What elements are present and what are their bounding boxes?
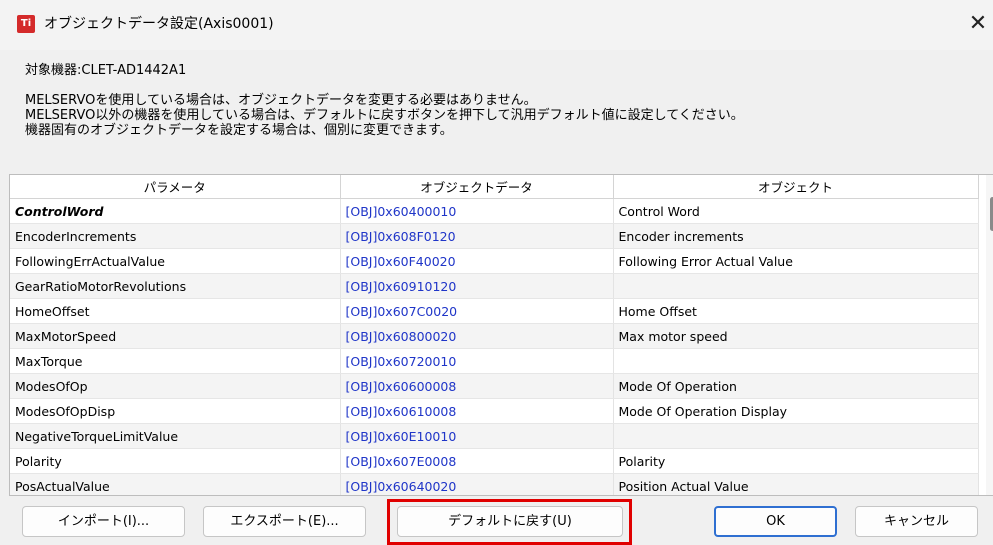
object-data-cell[interactable]: [OBJ]0x60400010 (340, 198, 614, 224)
ok-button[interactable]: OK (714, 506, 837, 537)
object-cell: Mode Of Operation (613, 373, 979, 399)
parameter-cell: ModesOfOpDisp (10, 398, 341, 424)
object-cell (613, 273, 979, 299)
object-cell: Position Actual Value (613, 473, 979, 495)
object-data-cell[interactable]: [OBJ]0x608F0120 (340, 223, 614, 249)
object-data-cell[interactable]: [OBJ]0x60800020 (340, 323, 614, 349)
vertical-scrollbar[interactable] (986, 175, 993, 495)
object-data-cell[interactable]: [OBJ]0x60610008 (340, 398, 614, 424)
app-icon: Ti (17, 15, 35, 33)
table-row[interactable]: ModesOfOp [OBJ]0x60600008 Mode Of Operat… (10, 373, 979, 399)
note-line-3: 機器固有のオブジェクトデータを設定する場合は、個別に変更できます。 (25, 123, 453, 138)
cancel-button[interactable]: キャンセル (855, 506, 978, 537)
parameter-cell: EncoderIncrements (10, 223, 341, 249)
object-data-cell[interactable]: [OBJ]0x60E10010 (340, 423, 614, 449)
parameter-cell: FollowingErrActualValue (10, 248, 341, 274)
close-icon[interactable]: ✕ (963, 10, 993, 38)
object-cell: Control Word (613, 198, 979, 224)
title-bar: Ti オブジェクトデータ設定(Axis0001) ✕ (0, 0, 993, 50)
object-cell: Encoder increments (613, 223, 979, 249)
table-row[interactable]: ModesOfOpDisp [OBJ]0x60610008 Mode Of Op… (10, 398, 979, 424)
object-cell: Polarity (613, 448, 979, 474)
object-cell (613, 348, 979, 374)
table-row[interactable]: MaxTorque [OBJ]0x60720010 (10, 348, 979, 374)
column-header-object-data[interactable]: オブジェクトデータ (340, 175, 614, 199)
column-header-object[interactable]: オブジェクト (613, 175, 979, 199)
parameter-cell: PosActualValue (10, 473, 341, 495)
window-title: オブジェクトデータ設定(Axis0001) (44, 16, 274, 32)
highlight-box (387, 499, 632, 545)
parameter-cell: Polarity (10, 448, 341, 474)
table-row[interactable]: MaxMotorSpeed [OBJ]0x60800020 Max motor … (10, 323, 979, 349)
parameter-cell: MaxMotorSpeed (10, 323, 341, 349)
note-line-1: MELSERVOを使用している場合は、オブジェクトデータを変更する必要はありませ… (25, 93, 537, 108)
object-data-cell[interactable]: [OBJ]0x60F40020 (340, 248, 614, 274)
table-row[interactable]: HomeOffset [OBJ]0x607C0020 Home Offset (10, 298, 979, 324)
parameter-cell: NegativeTorqueLimitValue (10, 423, 341, 449)
object-data-cell[interactable]: [OBJ]0x60720010 (340, 348, 614, 374)
import-button[interactable]: インポート(I)... (22, 506, 185, 537)
object-cell: Max motor speed (613, 323, 979, 349)
object-data-cell[interactable]: [OBJ]0x60600008 (340, 373, 614, 399)
column-header-parameter[interactable]: パラメータ (10, 175, 341, 199)
object-data-cell[interactable]: [OBJ]0x607E0008 (340, 448, 614, 474)
instruction-text: MELSERVOを使用している場合は、オブジェクトデータを変更する必要はありませ… (25, 93, 744, 138)
parameter-cell: GearRatioMotorRevolutions (10, 273, 341, 299)
table-row[interactable]: PosActualValue [OBJ]0x60640020 Position … (10, 473, 979, 495)
object-data-table: パラメータ オブジェクトデータ オブジェクト ControlWord [OBJ]… (9, 174, 993, 496)
object-data-cell[interactable]: [OBJ]0x607C0020 (340, 298, 614, 324)
object-cell (613, 423, 979, 449)
table-row[interactable]: FollowingErrActualValue [OBJ]0x60F40020 … (10, 248, 979, 274)
parameter-cell: ModesOfOp (10, 373, 341, 399)
table-row[interactable]: EncoderIncrements [OBJ]0x608F0120 Encode… (10, 223, 979, 249)
object-cell: Home Offset (613, 298, 979, 324)
target-device-label: 対象機器:CLET-AD1442A1 (25, 63, 187, 78)
table-row[interactable]: GearRatioMotorRevolutions [OBJ]0x6091012… (10, 273, 979, 299)
object-cell: Mode Of Operation Display (613, 398, 979, 424)
object-data-cell[interactable]: [OBJ]0x60640020 (340, 473, 614, 495)
object-data-cell[interactable]: [OBJ]0x60910120 (340, 273, 614, 299)
parameter-cell: MaxTorque (10, 348, 341, 374)
table-row[interactable]: NegativeTorqueLimitValue [OBJ]0x60E10010 (10, 423, 979, 449)
parameter-cell: ControlWord (10, 198, 341, 224)
object-cell: Following Error Actual Value (613, 248, 979, 274)
table-row[interactable]: Polarity [OBJ]0x607E0008 Polarity (10, 448, 979, 474)
parameter-cell: HomeOffset (10, 298, 341, 324)
export-button[interactable]: エクスポート(E)... (203, 506, 366, 537)
note-line-2: MELSERVO以外の機器を使用している場合は、デフォルトに戻すボタンを押下して… (25, 108, 744, 123)
table-row[interactable]: ControlWord [OBJ]0x60400010 Control Word (10, 198, 979, 224)
